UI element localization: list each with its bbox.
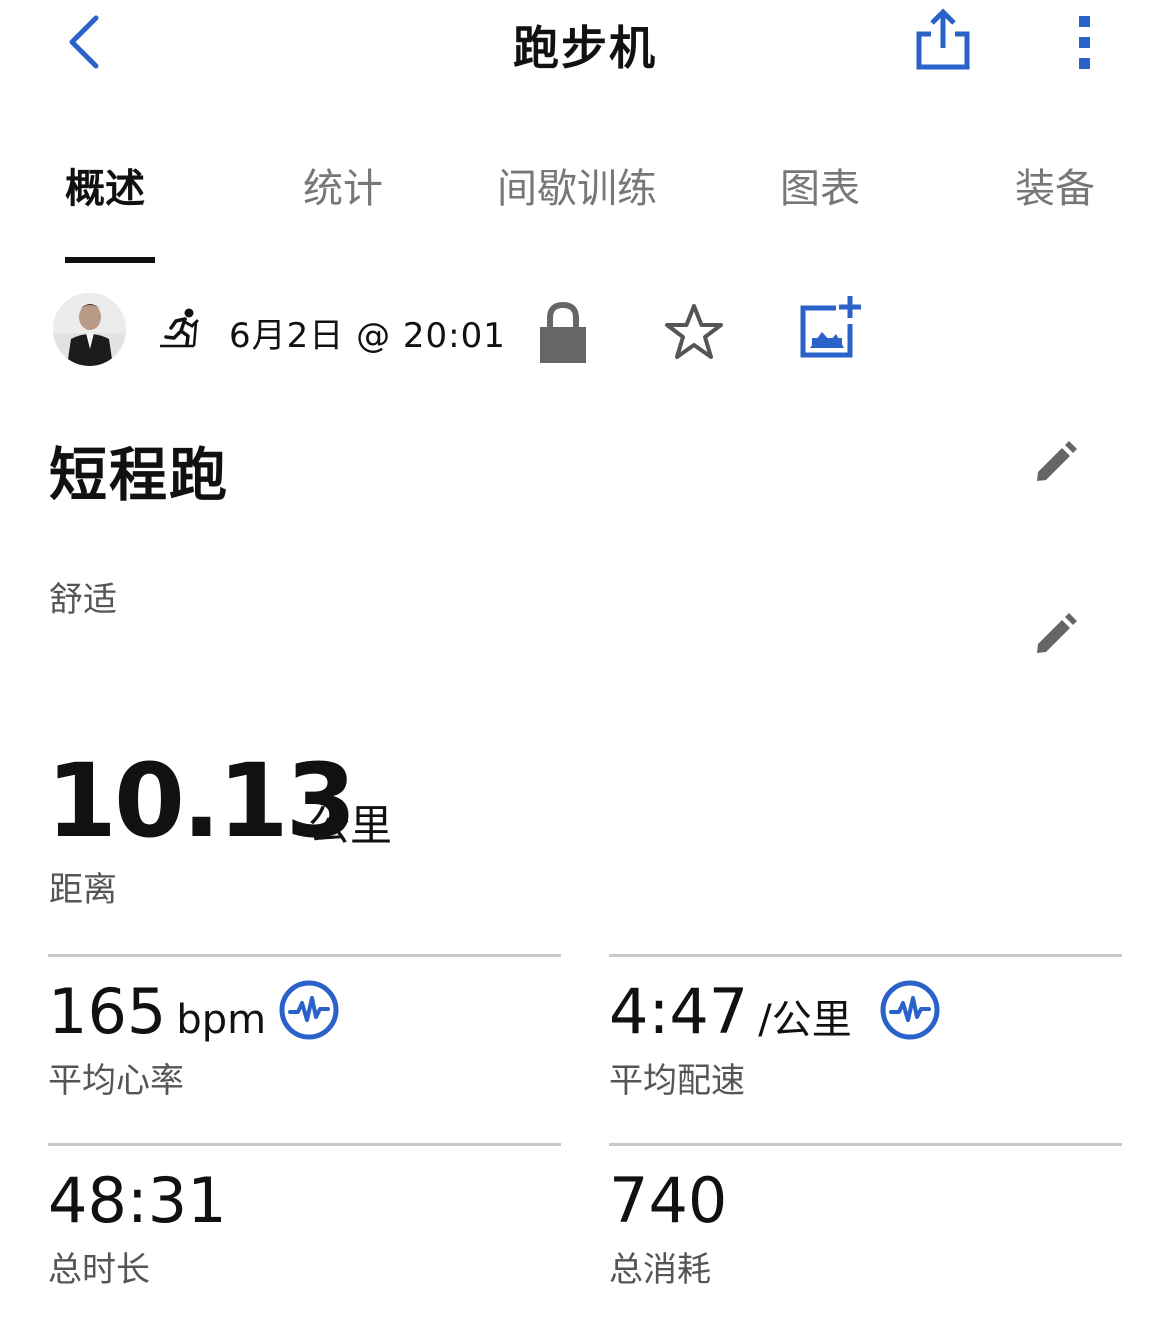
tab-overview[interactable]: 概述 [65,156,145,214]
lock-icon[interactable] [536,298,590,364]
duration-label: 总时长 [48,1250,150,1290]
stat-duration[interactable]: 48:31 总时长 [48,1143,561,1293]
pencil-icon [1037,441,1077,481]
activity-date: 6月2日 @ 20:01 [229,316,506,356]
activity-meta-row: 6月2日 @ 20:01 [0,292,1170,372]
tab-charts[interactable]: 图表 [780,156,860,214]
pace-value: 4:47 [609,975,749,1048]
heart-rate-unit: bpm [176,997,267,1043]
activity-name: 短程跑 [49,441,230,509]
tab-intervals[interactable]: 间歇训练 [497,156,657,214]
star-icon[interactable] [662,302,726,362]
edit-feel-button[interactable] [1032,610,1078,656]
heart-rate-icon[interactable] [879,979,941,1041]
distance-unit: 公里 [308,801,393,850]
pace-unit: /公里 [758,997,852,1043]
active-tab-indicator [65,257,155,263]
pencil-icon [1037,613,1077,653]
add-photo-icon[interactable] [798,294,864,360]
share-button[interactable] [912,6,974,74]
stat-pace[interactable]: 4:47/公里 平均配速 [609,954,1122,1104]
stat-calories[interactable]: 740 总消耗 [609,1143,1122,1293]
avatar[interactable] [53,293,126,366]
calories-value: 740 [609,1164,728,1237]
distance-label: 距离 [49,870,117,910]
treadmill-run-icon [160,308,199,348]
heart-rate-label: 平均心率 [48,1061,184,1101]
more-vertical-icon [1079,16,1090,69]
more-options-button[interactable] [1062,10,1108,74]
stat-heart-rate[interactable]: 165 bpm 平均心率 [48,954,561,1104]
stat-value: 165 bpm [48,975,266,1048]
duration-value: 48:31 [48,1164,227,1237]
pace-label: 平均配速 [609,1061,745,1101]
activity-feel: 舒适 [49,580,117,620]
page-title: 跑步机 [513,21,657,75]
nav-bar: 跑步机 [0,0,1170,90]
tab-stats[interactable]: 统计 [303,156,383,214]
tab-gear[interactable]: 装备 [1015,156,1095,214]
edit-name-button[interactable] [1032,438,1078,484]
avatar-image [53,293,126,366]
calories-label: 总消耗 [609,1250,711,1290]
stat-value: 4:47/公里 [609,975,852,1048]
heart-rate-icon[interactable] [278,979,340,1041]
share-icon [916,8,970,70]
tab-bar: 概述 统计 间歇训练 图表 装备 [0,150,1170,270]
heart-rate-value: 165 [48,975,167,1048]
activity-detail-screen: 跑步机 概述 统计 间歇训练 图表 装备 6月2日 @ 20:01 短程跑 舒适… [0,0,1170,1321]
